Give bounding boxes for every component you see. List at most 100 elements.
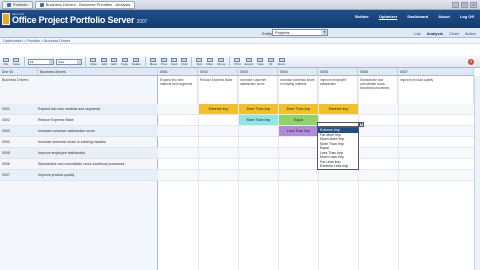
tab-chart[interactable]: Chart — [449, 31, 459, 36]
office-logo-icon — [2, 13, 10, 25]
table-row[interactable]: 0004 Increase domestic share in existing … — [0, 137, 158, 148]
nav-optimizer[interactable]: Optimizer — [379, 14, 397, 19]
toolbar-button-prev[interactable]: Prev — [160, 57, 168, 67]
table-row[interactable]: 0007 Improve product quality — [0, 170, 158, 181]
toolbar-button-export[interactable]: Export — [244, 57, 255, 67]
sub-header: Entity Projects ▼ List Analysis Chart Ac… — [0, 28, 480, 38]
column-header-0004[interactable]: 0004 — [278, 68, 318, 76]
browser-tab-portfolio[interactable]: Portfolio — [2, 0, 33, 9]
column-header-id[interactable]: Drvr ID — [0, 68, 38, 76]
column-description: Expand into new markets and segments — [158, 76, 198, 106]
matrix-cell[interactable]: Equal — [279, 115, 318, 125]
toolbar-divider — [23, 57, 25, 66]
filter-dropdown-value: All — [29, 59, 34, 64]
column-header-0003[interactable]: 0003 — [238, 68, 278, 76]
importance-dropdown-list[interactable]: Extreme Imp Far More Imp Much More Imp M… — [317, 127, 359, 170]
nav-logoff[interactable]: Log Off — [460, 14, 474, 19]
column-header-0006[interactable]: 0006 — [358, 68, 398, 76]
table-row[interactable]: 0006 Standardize and consolidate cross-fu… — [0, 159, 158, 170]
grid-divider — [358, 76, 359, 270]
toolbar-button-zoom[interactable]: Zoom — [277, 57, 287, 67]
toolbar-button-next[interactable]: Next — [170, 57, 178, 67]
column-header-0005[interactable]: 0005 — [318, 68, 358, 76]
row-name: Increase customer satisfaction score — [38, 129, 95, 133]
chevron-down-icon[interactable] — [48, 59, 53, 64]
minimize-button[interactable]: _ — [452, 1, 459, 8]
table-row[interactable]: 0003 Increase customer satisfaction score — [0, 126, 158, 137]
entity-select-value: Projects — [275, 30, 290, 35]
chevron-down-icon[interactable]: ▼ — [322, 30, 327, 35]
toolbar-divider — [191, 57, 193, 66]
toolbar-button-sort[interactable]: Sort — [195, 57, 203, 67]
dropdown-option[interactable]: Extreme Less Imp — [318, 164, 358, 169]
vertical-scrollbar[interactable] — [474, 76, 480, 270]
tab-list[interactable]: List — [414, 31, 420, 36]
table-row[interactable]: 0001 Expand into new markets and segments — [0, 104, 158, 115]
toolbar-button-view[interactable]: View — [256, 57, 264, 67]
view-dropdown[interactable]: View — [55, 58, 82, 65]
toolbar-divider — [229, 57, 231, 66]
toolbar-button-edit[interactable]: Edit — [110, 57, 118, 67]
breadcrumb[interactable]: Optimization > Prioritize > Business Dri… — [3, 39, 70, 43]
toolbar-button-delete[interactable]: Delete — [131, 57, 142, 67]
row-id: 0005 — [2, 151, 10, 155]
grid-divider — [398, 76, 399, 270]
toolbar-divider — [144, 57, 146, 66]
favicon-icon — [39, 2, 44, 7]
chevron-down-icon[interactable]: ▼ — [359, 122, 364, 127]
row-name: Increase domestic share in existing mark… — [38, 140, 107, 144]
nav-builder[interactable]: Builder — [355, 14, 369, 19]
filter-dropdown[interactable]: All — [27, 58, 54, 65]
column-header-0007[interactable]: 0007 — [398, 68, 474, 76]
column-description: Increase domestic share in existing mark… — [278, 76, 318, 106]
column-header-0002[interactable]: 0002 — [198, 68, 238, 76]
toolbar-button-file[interactable]: File — [2, 57, 10, 67]
browser-tab-label: Portfolio — [13, 2, 28, 7]
toolbar-button-move[interactable]: Move — [149, 57, 158, 67]
help-area: ? — [468, 58, 474, 65]
toolbar-label: Group — [217, 61, 226, 66]
maximize-button[interactable]: □ — [461, 1, 468, 8]
app-title: Office Project Portfolio Server 2007 — [12, 15, 147, 25]
toolbar-label: View — [257, 61, 264, 66]
close-button[interactable]: x — [470, 1, 477, 8]
tab-analysis[interactable]: Analysis — [427, 31, 443, 36]
matrix-cell[interactable]: Less Than Imp — [279, 126, 318, 136]
browser-tab-drivers[interactable]: Business Drivers - Business Priorities -… — [34, 0, 136, 9]
toolbar-divider — [84, 57, 86, 66]
nav-about[interactable]: About — [438, 14, 450, 19]
toolbar-button-filter[interactable]: Filter — [205, 57, 214, 67]
toolbar-button-undo[interactable]: Undo — [89, 57, 98, 67]
matrix-cell[interactable]: More Than Imp — [279, 104, 318, 114]
window-controls: _ □ x — [452, 1, 477, 8]
table-row[interactable]: 0002 Reduce Expense Base — [0, 115, 158, 126]
toolbar-button-find[interactable]: Find — [180, 57, 188, 67]
toolbar-label: Filter — [206, 61, 214, 66]
entity-select[interactable]: Projects ▼ — [272, 29, 328, 36]
help-icon[interactable]: ? — [468, 58, 474, 65]
table-row[interactable]: 0005 Improve employee satisfaction — [0, 148, 158, 159]
matrix-cell[interactable]: Extreme Imp — [199, 104, 238, 114]
chevron-down-icon[interactable] — [76, 59, 81, 64]
toolbar-button-group[interactable]: Group — [216, 57, 226, 67]
toolbar-button-copy[interactable]: Copy — [120, 57, 129, 67]
nav-dashboard[interactable]: Dashboard — [407, 14, 428, 19]
matrix-cell[interactable]: More Than Imp — [239, 115, 278, 125]
column-header-0001[interactable]: 0001 — [158, 68, 198, 76]
toolbar-button-add[interactable]: Add — [100, 57, 108, 67]
row-id: 0006 — [2, 162, 10, 166]
tab-action[interactable]: Action — [465, 31, 476, 36]
column-header-name[interactable]: Business drivers — [38, 68, 158, 76]
matrix-cell[interactable]: More Than Imp — [239, 104, 278, 114]
toolbar-button-fit[interactable]: Fit — [267, 57, 275, 67]
column-description: Improve employee satisfaction — [318, 76, 358, 106]
toolbar-button-save[interactable]: Save — [12, 57, 21, 67]
row-id: 0001 — [2, 107, 10, 111]
column-description: Improve product quality — [398, 76, 474, 106]
toolbar-button-print[interactable]: Print — [233, 57, 241, 67]
toolbar-label: Edit — [111, 61, 117, 66]
browser-tab-bar: Portfolio Business Drivers - Business Pr… — [0, 0, 480, 10]
view-tabs: List Analysis Chart Action — [414, 31, 476, 36]
matrix-cell[interactable]: Extreme Imp — [319, 104, 358, 114]
toolbar-label: Print — [234, 61, 241, 66]
